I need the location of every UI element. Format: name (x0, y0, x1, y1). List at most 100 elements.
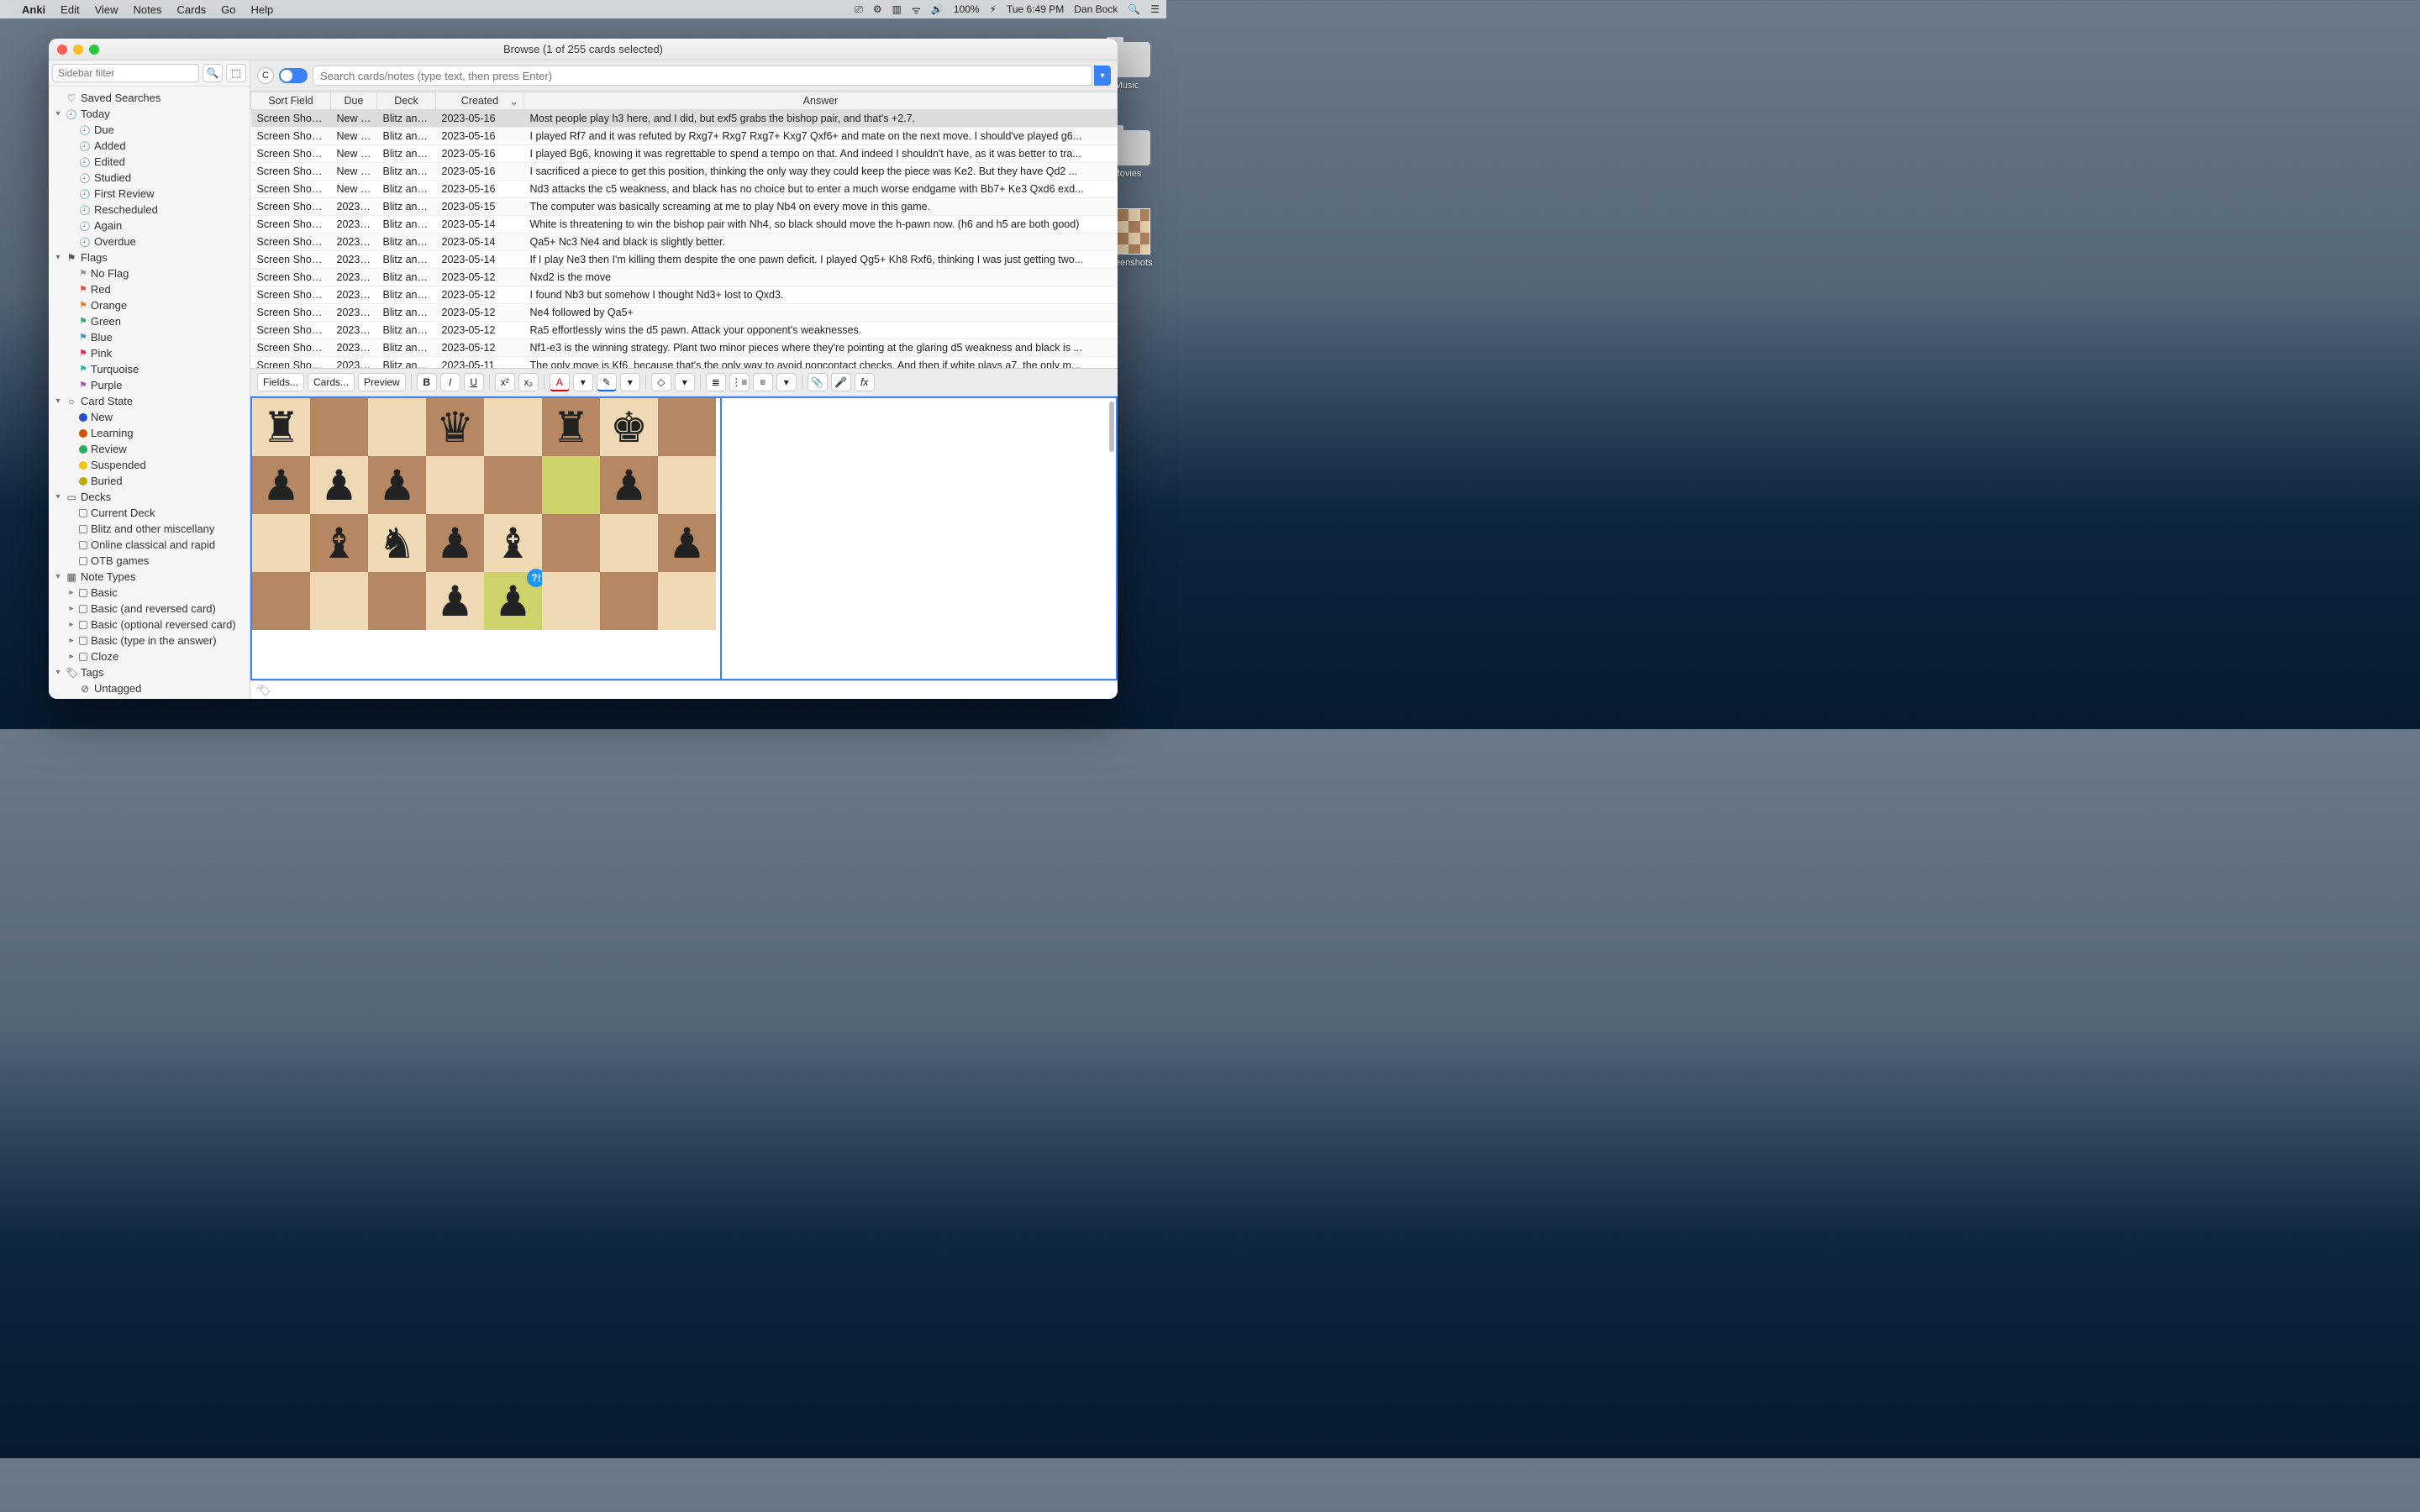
highlight-dropdown[interactable]: ▾ (620, 373, 640, 391)
clock[interactable]: Tue 6:49 PM (1007, 3, 1064, 15)
cards-notes-toggle[interactable] (279, 68, 308, 83)
text-color-button[interactable]: A (550, 373, 570, 391)
back-field[interactable] (721, 396, 1118, 680)
table-row[interactable]: Screen Shot 2...2023-...Blitz and...2023… (251, 198, 1118, 216)
cards-button[interactable]: Cards... (308, 373, 355, 391)
zoom-button[interactable] (89, 45, 99, 55)
sidebar-notetype-item[interactable]: ▸Basic (and reversed card) (49, 601, 250, 617)
sidebar-notetype-item[interactable]: ▸Basic (type in the answer) (49, 633, 250, 648)
sidebar-notetype-item[interactable]: ▸Cloze (49, 648, 250, 664)
sidebar-filter-input[interactable] (52, 64, 199, 82)
sidebar-flag-green[interactable]: ⚑Green (49, 313, 250, 329)
menu-help[interactable]: Help (251, 3, 274, 16)
sidebar-card-state[interactable]: ▾○Card State (49, 393, 250, 409)
menu-go[interactable]: Go (221, 3, 235, 16)
user-name[interactable]: Dan Bock (1074, 3, 1118, 15)
table-row[interactable]: Screen Shot 2...2023-...Blitz and...2023… (251, 216, 1118, 234)
menu-view[interactable]: View (95, 3, 118, 16)
sidebar-flags[interactable]: ▾⚑Flags (49, 249, 250, 265)
highlight-button[interactable]: ✎ (597, 373, 617, 391)
titlebar[interactable]: Browse (1 of 255 cards selected) (49, 39, 1118, 60)
sidebar-deck-item[interactable]: OTB games (49, 553, 250, 569)
menu-edit[interactable]: Edit (60, 3, 79, 16)
eraser-dropdown[interactable]: ▾ (675, 373, 695, 391)
sidebar-tags[interactable]: ▾🏷Tags (49, 664, 250, 680)
sidebar-notetype-item[interactable]: ▸Basic (49, 585, 250, 601)
table-row[interactable]: Screen Shot 2...2023-...Blitz and...2023… (251, 304, 1118, 322)
eraser-button[interactable]: ◇ (651, 373, 671, 391)
ol-button[interactable]: ⋮≡ (729, 373, 750, 391)
subscript-button[interactable]: x₂ (518, 373, 539, 391)
sidebar-flag-turquoise[interactable]: ⚑Turquoise (49, 361, 250, 377)
fields-button[interactable]: Fields... (257, 373, 304, 391)
sidebar-today-again[interactable]: Again (49, 218, 250, 234)
preview-button[interactable]: Preview (358, 373, 406, 391)
table-row[interactable]: Screen Shot 2...2023-...Blitz and...2023… (251, 234, 1118, 251)
sidebar-today-rescheduled[interactable]: Rescheduled (49, 202, 250, 218)
sidebar-flag-orange[interactable]: ⚑Orange (49, 297, 250, 313)
table-row[interactable]: Screen Shot 2...New #...Blitz and...2023… (251, 145, 1118, 163)
battery-icon[interactable]: ▥ (892, 3, 902, 15)
sidebar-today-added[interactable]: Added (49, 138, 250, 154)
sidebar-state-new[interactable]: New (49, 409, 250, 425)
attach-button[interactable]: 📎 (808, 373, 828, 391)
menu-notes[interactable]: Notes (134, 3, 162, 16)
sidebar-decks[interactable]: ▾▭Decks (49, 489, 250, 505)
align-dropdown[interactable]: ▾ (776, 373, 797, 391)
sidebar-search-button[interactable]: 🔍 (203, 64, 223, 82)
control-center-icon[interactable]: ☰ (1150, 3, 1160, 15)
sidebar-flag-no-flag[interactable]: ⚑No Flag (49, 265, 250, 281)
sidebar-deck-item[interactable]: Blitz and other miscellany (49, 521, 250, 537)
sidebar-today-studied[interactable]: Studied (49, 170, 250, 186)
sidebar-flag-red[interactable]: ⚑Red (49, 281, 250, 297)
table-row[interactable]: Screen Shot 2...2023-...Blitz and...2023… (251, 251, 1118, 269)
col-deck[interactable]: Deck (377, 92, 436, 110)
record-button[interactable]: 🎤 (831, 373, 851, 391)
superscript-button[interactable]: x² (495, 373, 515, 391)
underline-button[interactable]: U (464, 373, 484, 391)
sidebar-deck-item[interactable]: Online classical and rapid (49, 537, 250, 553)
col-due[interactable]: Due (331, 92, 377, 110)
card-table[interactable]: Sort Field Due Deck Created Answer Scree… (250, 92, 1118, 369)
bluetooth-icon[interactable]: ⚙ (873, 3, 882, 15)
text-color-dropdown[interactable]: ▾ (573, 373, 593, 391)
italic-button[interactable]: I (440, 373, 460, 391)
table-row[interactable]: Screen Shot 2...2023-...Blitz and...2023… (251, 322, 1118, 339)
col-answer[interactable]: Answer (524, 92, 1118, 110)
cards-notes-toggle-label[interactable]: C (257, 67, 274, 84)
front-field[interactable]: ♜♛♜♚♟♟♟♟♝♞♟♝♟♟♟?! (250, 396, 721, 680)
sidebar-select-button[interactable]: ⬚ (226, 64, 246, 82)
sidebar-note-types[interactable]: ▾▦Note Types (49, 569, 250, 585)
sidebar-today[interactable]: ▾Today (49, 106, 250, 122)
minimize-button[interactable] (73, 45, 83, 55)
equation-button[interactable]: fx (855, 373, 875, 391)
menu-cards[interactable]: Cards (177, 3, 207, 16)
sidebar-flag-blue[interactable]: ⚑Blue (49, 329, 250, 345)
close-button[interactable] (57, 45, 67, 55)
sidebar-flag-pink[interactable]: ⚑Pink (49, 345, 250, 361)
table-row[interactable]: Screen Shot 2...2023-...Blitz and...2023… (251, 357, 1118, 370)
bold-button[interactable]: B (417, 373, 437, 391)
sidebar-today-overdue[interactable]: Overdue (49, 234, 250, 249)
search-input[interactable] (313, 66, 1092, 86)
sidebar-today-edited[interactable]: Edited (49, 154, 250, 170)
search-dropdown-button[interactable]: ▾ (1094, 66, 1111, 86)
sidebar-flag-purple[interactable]: ⚑Purple (49, 377, 250, 393)
airplay-icon[interactable]: ⎚ (855, 3, 863, 16)
table-row[interactable]: Screen Shot 2...2023-...Blitz and...2023… (251, 339, 1118, 357)
spotlight-icon[interactable]: 🔍 (1128, 3, 1140, 15)
col-sort-field[interactable]: Sort Field (251, 92, 331, 110)
volume-icon[interactable]: 🔊 (931, 3, 944, 15)
sidebar-today-due[interactable]: Due (49, 122, 250, 138)
table-row[interactable]: Screen Shot 2...New #...Blitz and...2023… (251, 181, 1118, 198)
sidebar-today-first-review[interactable]: First Review (49, 186, 250, 202)
table-row[interactable]: Screen Shot 2...2023-...Blitz and...2023… (251, 286, 1118, 304)
wifi-icon[interactable]: ᯤ (912, 3, 921, 17)
table-row[interactable]: Screen Shot 2...New #...Blitz and...2023… (251, 128, 1118, 145)
table-row[interactable]: Screen Shot 2...New #...Blitz and...2023… (251, 163, 1118, 181)
sidebar-notetype-item[interactable]: ▸Basic (optional reversed card) (49, 617, 250, 633)
col-created[interactable]: Created (436, 92, 524, 110)
ul-button[interactable]: ≣ (706, 373, 726, 391)
align-button[interactable]: ≡ (753, 373, 773, 391)
sidebar-saved-searches[interactable]: ♡Saved Searches (49, 90, 250, 106)
